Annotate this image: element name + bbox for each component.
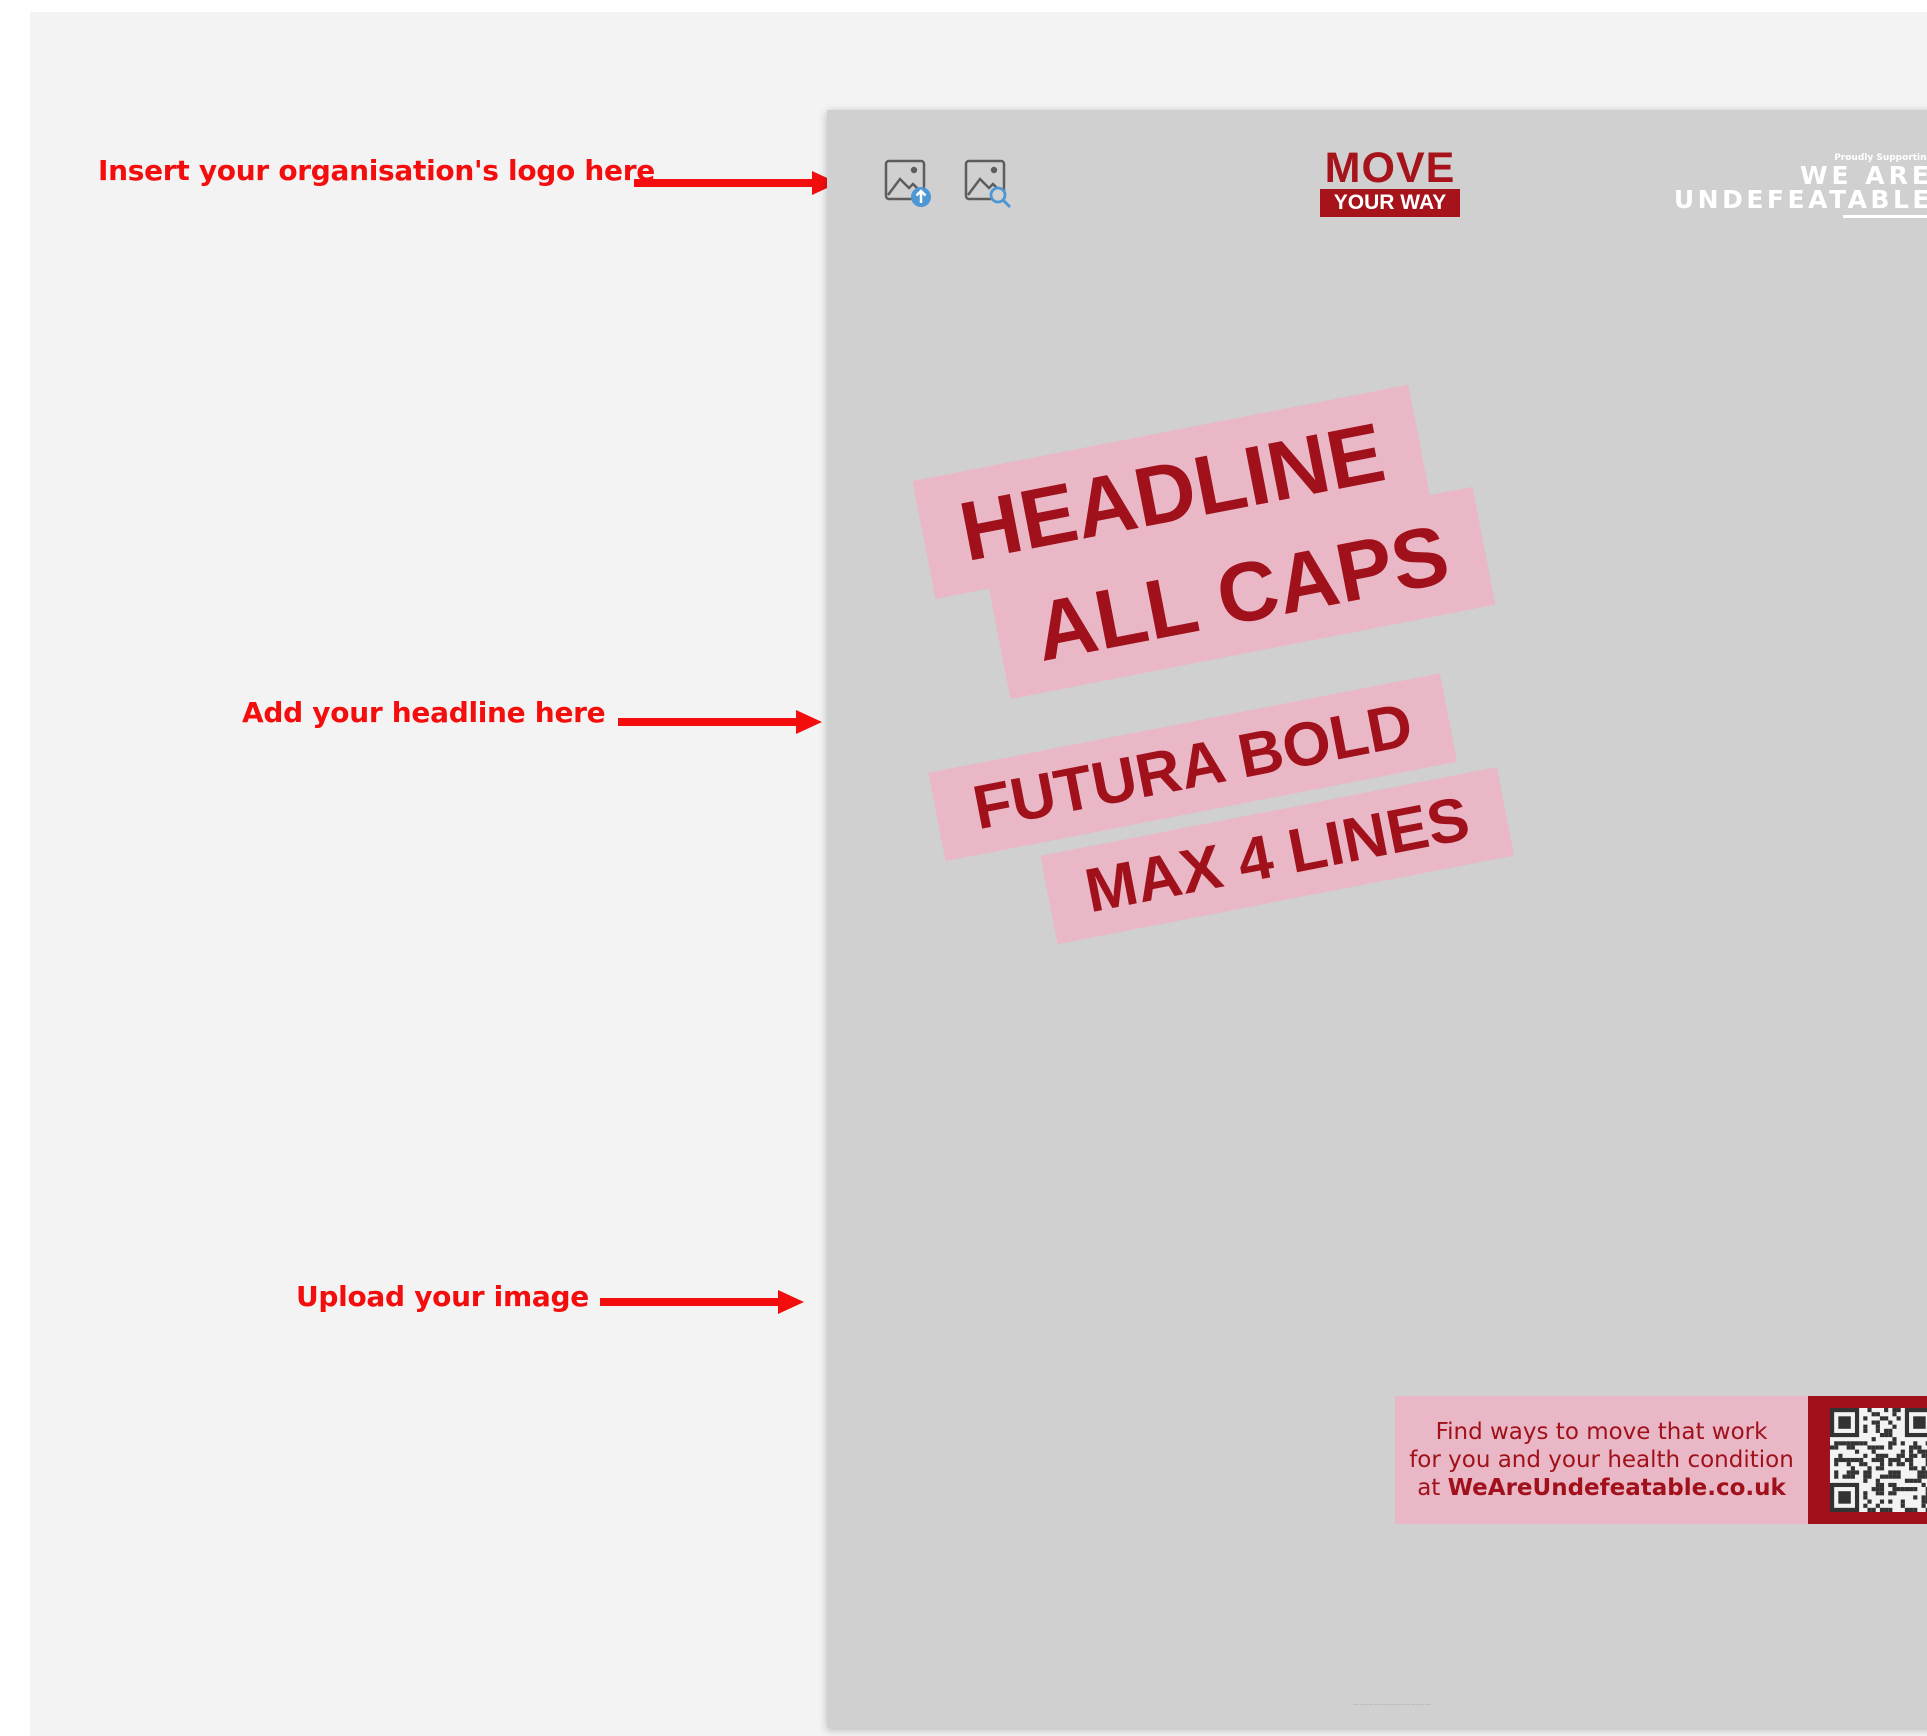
cta-line-3: at WeAreUndefeatable.co.uk [1417,1474,1786,1502]
cta-box: Find ways to move that work for you and … [1395,1396,1808,1524]
cta-url: WeAreUndefeatable.co.uk [1447,1475,1786,1501]
image-upload-icon[interactable] [883,157,933,209]
arrow-right-icon [634,171,838,195]
qr-code [1830,1408,1927,1512]
image-search-icon[interactable] [963,157,1013,209]
brand-logo-bottom: YOUR WAY [1320,189,1460,217]
headline-annotation: Add your headline here [242,696,606,729]
supporter-underline [1843,215,1927,218]
arrow-right-icon [618,710,822,734]
qr-code-panel [1808,1396,1927,1524]
editor-canvas: Insert your organisation's logo here Add… [30,12,1927,1736]
arrow-right-icon [600,1290,804,1314]
we-are-undefeatable-logo: Proudly Supporting WE ARE UNDEFEATABLE [1674,152,1927,218]
poster-page[interactable]: MOVE YOUR WAY Proudly Supporting WE ARE … [827,110,1927,1728]
cta-prefix: at [1417,1475,1448,1501]
cta-line-1: Find ways to move that work [1435,1419,1768,1445]
move-your-way-logo: MOVE YOUR WAY [1320,144,1460,217]
supporter-line-2: UNDEFEATABLE [1673,185,1927,214]
cta-line-2: for you and your health condition [1409,1447,1794,1473]
logo-annotation: Insert your organisation's logo here [98,154,655,187]
brand-logo-top: MOVE [1324,144,1456,192]
image-annotation: Upload your image [296,1280,589,1313]
headline-text-box[interactable]: HEADLINE ALL CAPS FUTURA BOLD MAX 4 LINE… [912,360,1627,1000]
footer-fine-print: ········································… [1353,1702,1431,1707]
